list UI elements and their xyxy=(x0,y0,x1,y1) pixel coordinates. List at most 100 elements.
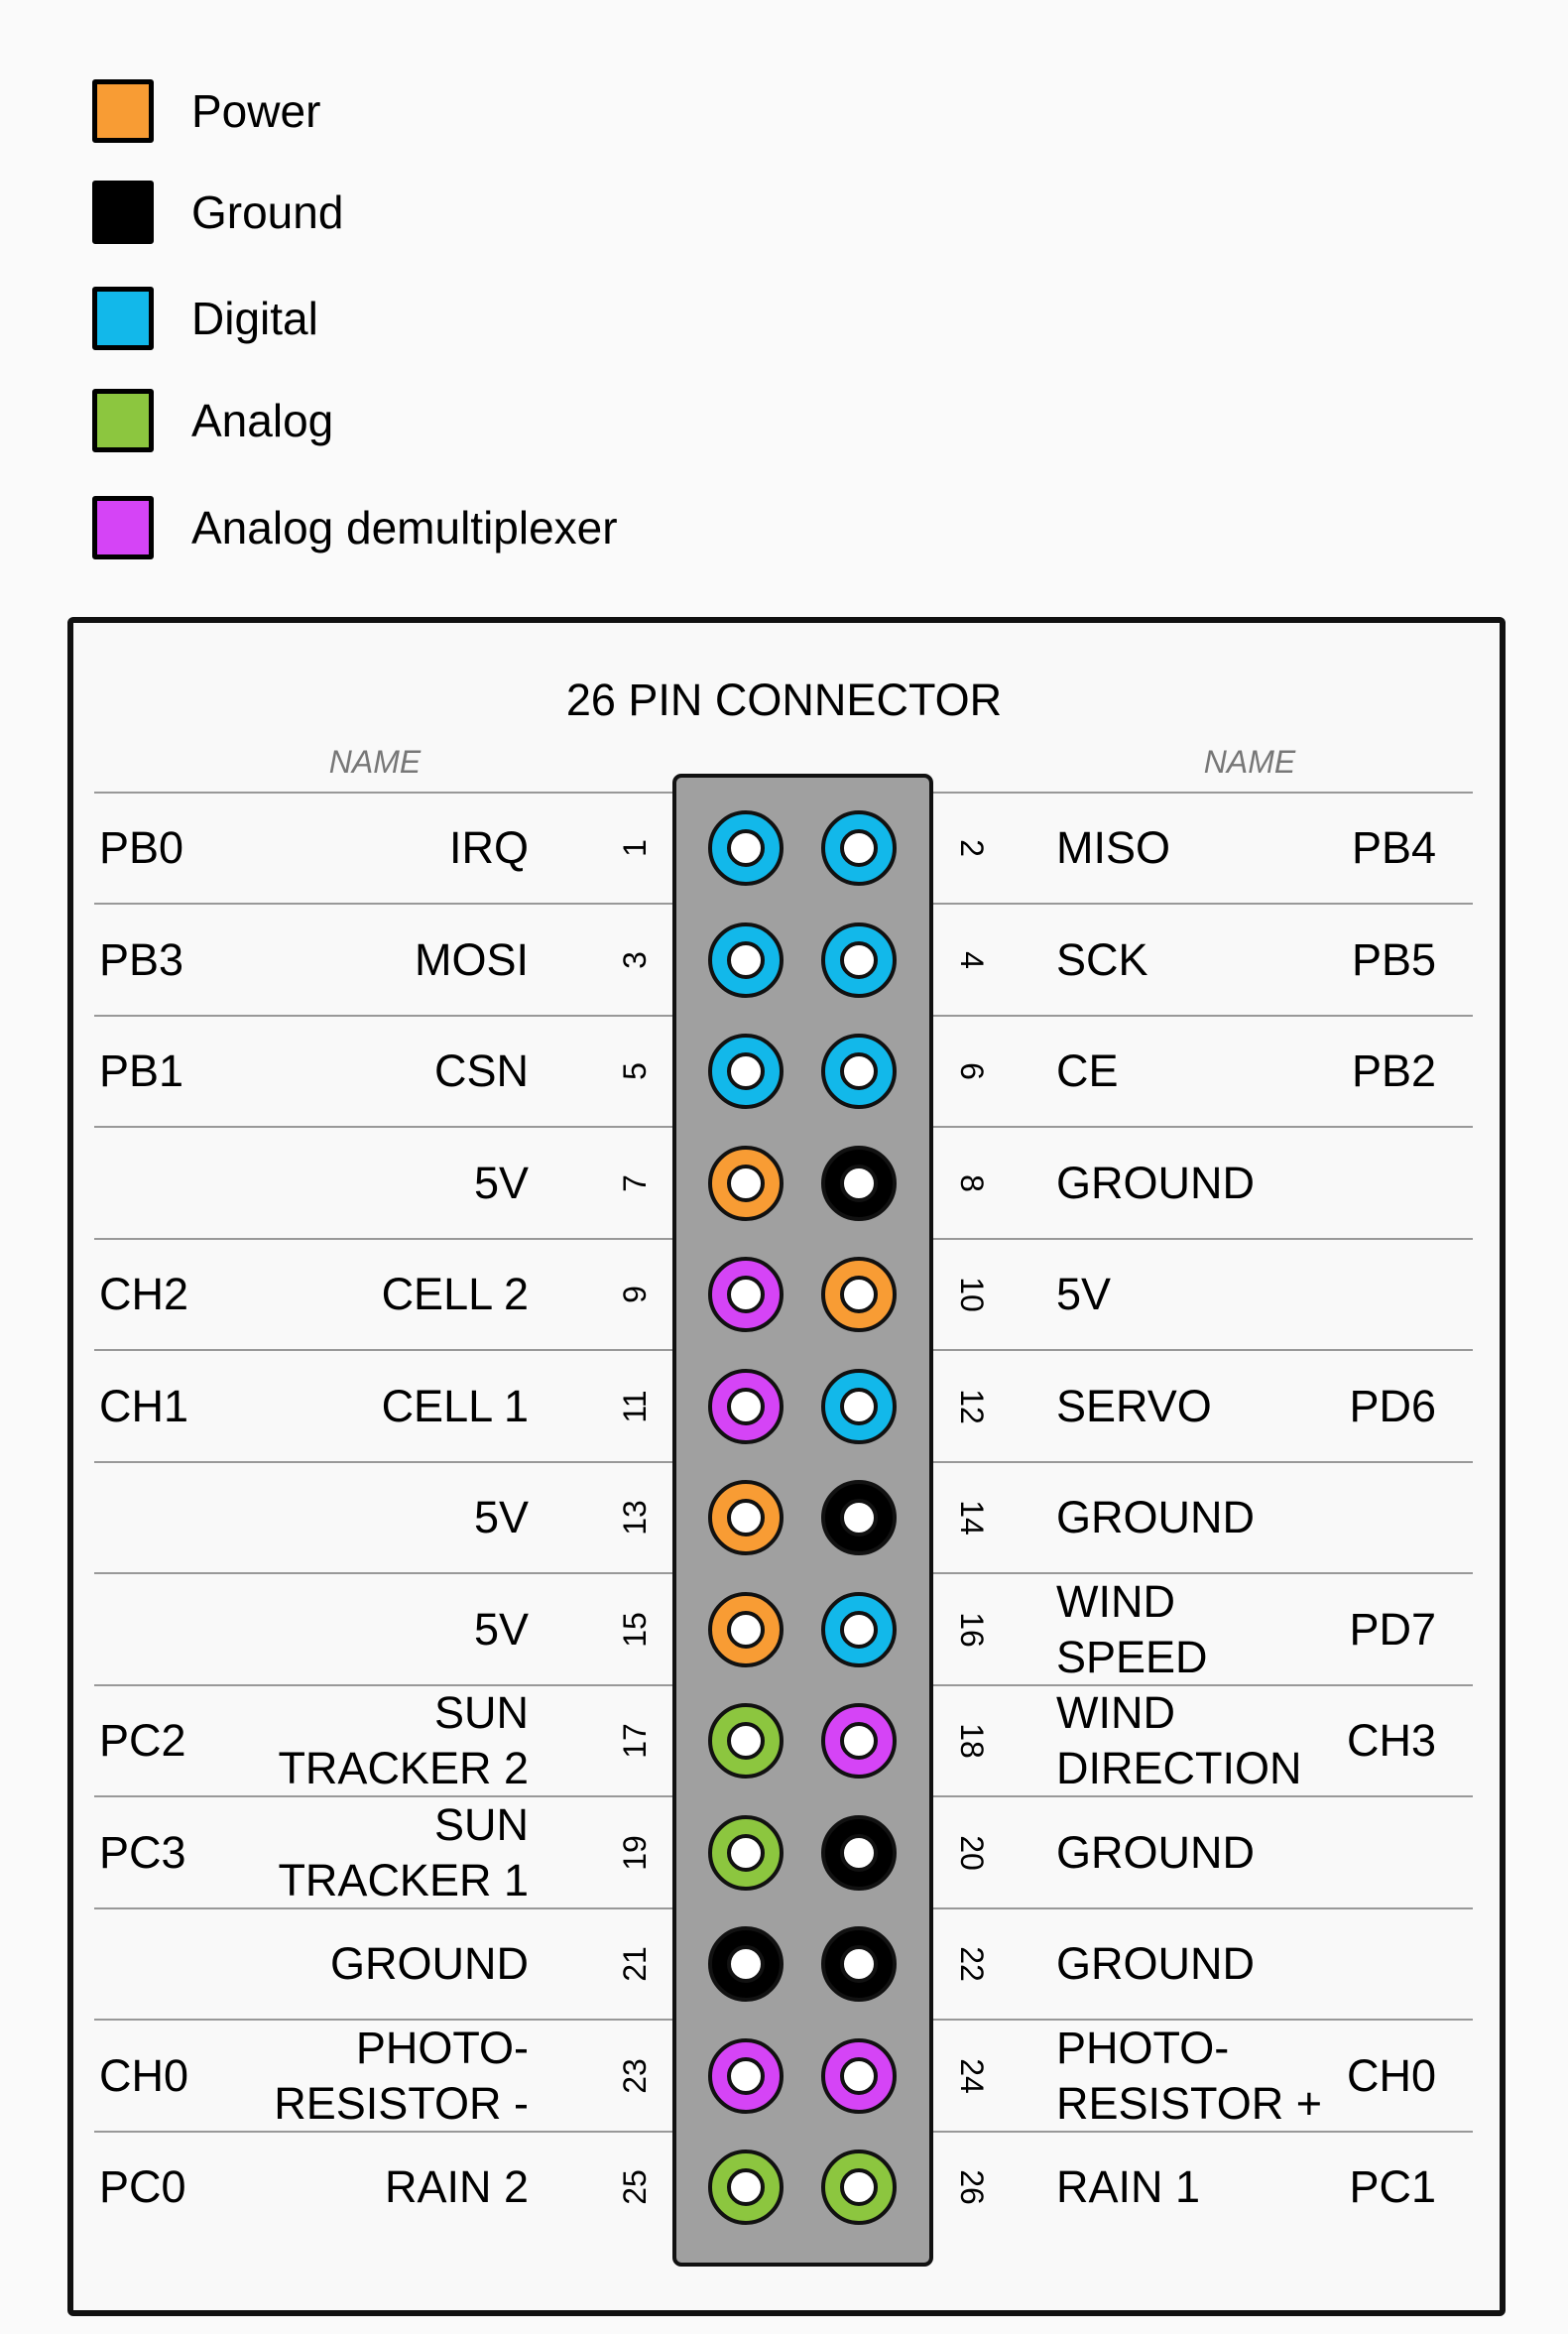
legend-item-ground: Ground xyxy=(92,181,343,244)
divider xyxy=(94,1349,672,1351)
left-pin-code: PB0 xyxy=(99,822,184,873)
analog-swatch xyxy=(92,389,154,452)
left-pin-name: 5V xyxy=(473,1157,529,1208)
divider xyxy=(933,1349,1473,1351)
left-pin-name: CSN xyxy=(433,1045,529,1096)
pin-number-15: 15 xyxy=(617,1611,653,1648)
right-pin-name: 5V xyxy=(1056,1269,1112,1319)
pin-number-14: 14 xyxy=(954,1500,990,1536)
pin-number-22: 22 xyxy=(954,1946,990,1982)
pin-number-24: 24 xyxy=(954,2057,990,2094)
pin-number-26: 26 xyxy=(954,2169,990,2205)
legend-label: Digital xyxy=(191,293,318,344)
pin-hole xyxy=(840,1833,878,1872)
left-pin-name: PHOTO- RESISTOR - xyxy=(274,2022,529,2129)
divider xyxy=(94,903,672,905)
pin-hole xyxy=(840,1610,878,1649)
pin-10-power xyxy=(821,1257,897,1332)
left-pin-name: 5V xyxy=(473,1603,529,1655)
right-pin-name: MISO xyxy=(1056,822,1171,873)
pin-25-analog xyxy=(708,2150,784,2225)
legend-label: Ground xyxy=(191,186,344,238)
legend-item-digital: Digital xyxy=(92,287,318,350)
pin-22-ground xyxy=(821,1926,897,2002)
pin-hole xyxy=(727,1610,765,1649)
pin-hole xyxy=(840,1052,878,1090)
right-pin-name: PHOTO- RESISTOR + xyxy=(1056,2022,1323,2129)
pin-26-analog xyxy=(821,2150,897,2225)
legend-label: Analog demultiplexer xyxy=(191,502,618,553)
pin-number-6: 6 xyxy=(954,1062,990,1080)
pin-number-1: 1 xyxy=(617,839,653,857)
pin-hole xyxy=(727,2056,765,2095)
legend-item-power: Power xyxy=(92,79,320,143)
pin-24-demux xyxy=(821,2037,897,2114)
pin-number-12: 12 xyxy=(954,1388,990,1424)
divider xyxy=(94,1460,672,1463)
pin-21-ground xyxy=(708,1926,784,2002)
pin-hole xyxy=(840,1499,878,1536)
left-pin-name: RAIN 2 xyxy=(384,2161,529,2212)
right-name-header: NAME xyxy=(1203,744,1296,780)
right-pin-code: PC1 xyxy=(1349,2161,1436,2212)
left-pin-code: PB1 xyxy=(99,1045,184,1096)
right-pin-code: CH0 xyxy=(1346,2049,1436,2101)
power-swatch xyxy=(92,79,154,143)
pin-number-5: 5 xyxy=(617,1062,653,1080)
pin-3-digital xyxy=(708,921,784,998)
divider xyxy=(94,1014,672,1017)
pin-number-25: 25 xyxy=(617,2169,653,2205)
divider xyxy=(94,792,672,794)
right-pin-name: WIND SPEED xyxy=(1056,1575,1208,1682)
pin-hole xyxy=(727,1722,765,1760)
pin-13-power xyxy=(708,1480,784,1555)
right-pin-name: RAIN 1 xyxy=(1056,2161,1201,2212)
left-pin-code: PC2 xyxy=(99,1715,186,1766)
pin-number-23: 23 xyxy=(617,2057,653,2094)
pin-20-ground xyxy=(821,1814,897,1891)
pin-5-digital xyxy=(708,1034,784,1109)
right-pin-code: PB4 xyxy=(1351,822,1436,873)
right-pin-code: PB2 xyxy=(1351,1045,1436,1096)
pin-19-analog xyxy=(708,1814,784,1891)
pin-17-analog xyxy=(708,1703,784,1779)
ground-swatch xyxy=(92,181,154,244)
divider xyxy=(94,1126,672,1128)
pin-number-20: 20 xyxy=(954,1834,990,1871)
legend-item-analog: Analog xyxy=(92,389,333,452)
pin-hole xyxy=(727,1276,765,1313)
pin-15-power xyxy=(708,1591,784,1667)
right-pin-name: CE xyxy=(1056,1045,1119,1096)
left-pin-code: PC0 xyxy=(99,2161,186,2212)
pin-number-11: 11 xyxy=(617,1389,653,1423)
left-name-header: NAME xyxy=(328,744,422,780)
divider xyxy=(933,792,1473,794)
right-pin-code: CH3 xyxy=(1346,1715,1436,1766)
right-pin-name: GROUND xyxy=(1056,1157,1255,1208)
right-pin-name: GROUND xyxy=(1056,1492,1255,1542)
right-pin-name: GROUND xyxy=(1056,1938,1255,1989)
pin-hole xyxy=(840,829,878,867)
pin-1-digital xyxy=(708,810,784,886)
left-pin-name: 5V xyxy=(473,1492,529,1542)
left-pin-name: CELL 1 xyxy=(381,1380,529,1431)
pin-9-demux xyxy=(708,1257,784,1332)
left-pin-name: CELL 2 xyxy=(381,1269,529,1319)
pin-hole xyxy=(840,1722,878,1760)
pin-number-19: 19 xyxy=(617,1834,653,1871)
left-pin-name: GROUND xyxy=(330,1938,529,1989)
pin-2-digital xyxy=(821,810,897,886)
pin-hole xyxy=(840,1945,878,1983)
divider xyxy=(933,1460,1473,1463)
divider xyxy=(94,1237,672,1240)
pin-14-ground xyxy=(821,1480,897,1555)
pin-6-digital xyxy=(821,1034,897,1109)
pin-hole xyxy=(727,829,765,867)
left-pin-name: SUN TRACKER 1 xyxy=(278,1798,529,1905)
pin-number-21: 21 xyxy=(617,1946,653,1982)
pin-hole xyxy=(727,1387,765,1425)
left-pin-code: PB3 xyxy=(99,933,184,985)
divider xyxy=(933,1126,1473,1128)
pin-18-demux xyxy=(821,1703,897,1779)
pin-hole xyxy=(840,1387,878,1425)
